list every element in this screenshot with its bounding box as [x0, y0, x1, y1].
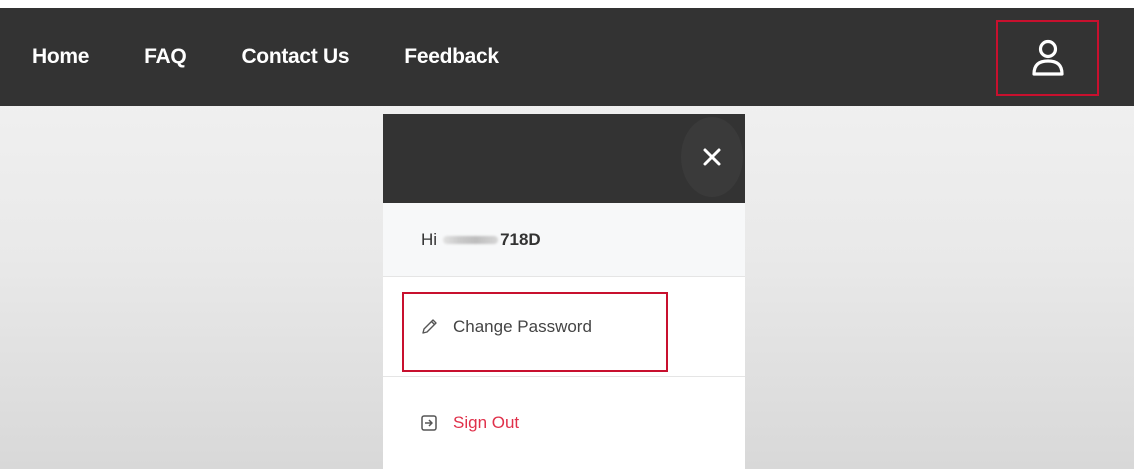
sign-out-label: Sign Out: [453, 412, 520, 432]
close-icon: [703, 148, 721, 166]
user-icon: [1031, 39, 1064, 76]
nav-link-contact-us[interactable]: Contact Us: [241, 45, 349, 69]
change-password-content: Change Password: [383, 317, 592, 337]
nav-links: Home FAQ Contact Us Feedback: [32, 8, 554, 106]
greeting-username-suffix: 718D: [500, 229, 541, 249]
change-password-item[interactable]: Change Password: [383, 277, 745, 377]
navbar: Home FAQ Contact Us Feedback: [0, 8, 1134, 106]
sign-out-item[interactable]: Sign Out: [383, 377, 745, 468]
top-strip: [0, 0, 1134, 8]
account-dropdown-panel: Hi 718D Change Password Sign Out: [383, 114, 745, 469]
sign-out-icon: [421, 414, 437, 431]
user-account-button[interactable]: [996, 20, 1099, 96]
change-password-label: Change Password: [453, 316, 592, 336]
nav-link-feedback[interactable]: Feedback: [404, 45, 499, 69]
user-greeting: Hi 718D: [383, 203, 745, 277]
nav-link-faq[interactable]: FAQ: [144, 45, 187, 69]
redacted-username: [443, 235, 499, 244]
panel-header: [383, 114, 745, 203]
pencil-icon: [422, 318, 437, 334]
sign-out-content: Sign Out: [383, 413, 519, 433]
close-button[interactable]: [681, 117, 743, 197]
cut-off-heading: [515, 0, 575, 4]
nav-link-home[interactable]: Home: [32, 45, 89, 69]
greeting-prefix: Hi: [421, 229, 438, 249]
